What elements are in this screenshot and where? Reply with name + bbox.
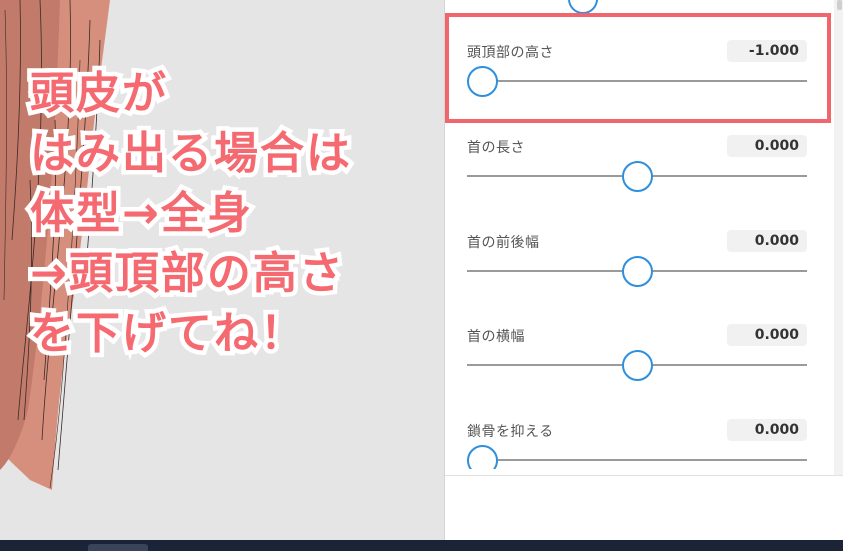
slider-value-field[interactable]: 0.000 bbox=[727, 135, 807, 157]
slider-row-neck-length: 首の長さ 0.000 bbox=[467, 135, 807, 227]
slider-thumb[interactable] bbox=[622, 350, 653, 381]
slider-value-field[interactable]: 0.000 bbox=[727, 324, 807, 346]
tip-line: 体型→全身 bbox=[26, 184, 256, 244]
slider-track bbox=[467, 459, 807, 461]
scrollbar-thumb[interactable] bbox=[837, 0, 842, 10]
slider-value-field[interactable]: 0.000 bbox=[727, 230, 807, 252]
avatar-viewport[interactable]: 頭皮が はみ出る場合は 体型→全身 →頭頂部の高さ を下げてね！ bbox=[0, 0, 444, 540]
taskbar-button[interactable] bbox=[88, 544, 148, 551]
slider-label: 鎖骨を抑える bbox=[467, 424, 554, 440]
tip-line: はみ出る場合は bbox=[26, 124, 355, 184]
tip-annotation: 頭皮が はみ出る場合は 体型→全身 →頭頂部の高さ を下げてね！ bbox=[26, 64, 355, 364]
slider-thumb[interactable] bbox=[467, 445, 498, 469]
scrollbar[interactable] bbox=[834, 0, 843, 475]
slider-thumb[interactable] bbox=[568, 0, 598, 14]
slider-thumb[interactable] bbox=[622, 256, 653, 287]
tip-line: を下げてね！ bbox=[26, 304, 309, 364]
slider[interactable] bbox=[467, 159, 807, 193]
slider-row-neck-depth: 首の前後幅 0.000 bbox=[467, 230, 807, 322]
slider-label: 首の横幅 bbox=[467, 329, 525, 345]
slider[interactable] bbox=[467, 348, 807, 382]
slider-row-collarbone: 鎖骨を抑える 0.000 bbox=[467, 419, 807, 511]
slider-thumb[interactable] bbox=[622, 161, 653, 192]
slider[interactable] bbox=[467, 254, 807, 288]
slider-label: 首の長さ bbox=[467, 140, 525, 156]
tip-line: 頭皮が bbox=[26, 64, 171, 124]
tip-line: →頭頂部の高さ bbox=[26, 244, 348, 304]
slider[interactable] bbox=[467, 443, 807, 469]
slider-value-field[interactable]: 0.000 bbox=[727, 419, 807, 441]
slider-label: 首の前後幅 bbox=[467, 235, 540, 251]
panel-divider bbox=[445, 475, 843, 476]
slider-row-neck-width: 首の横幅 0.000 bbox=[467, 324, 807, 416]
highlight-frame bbox=[445, 13, 831, 123]
